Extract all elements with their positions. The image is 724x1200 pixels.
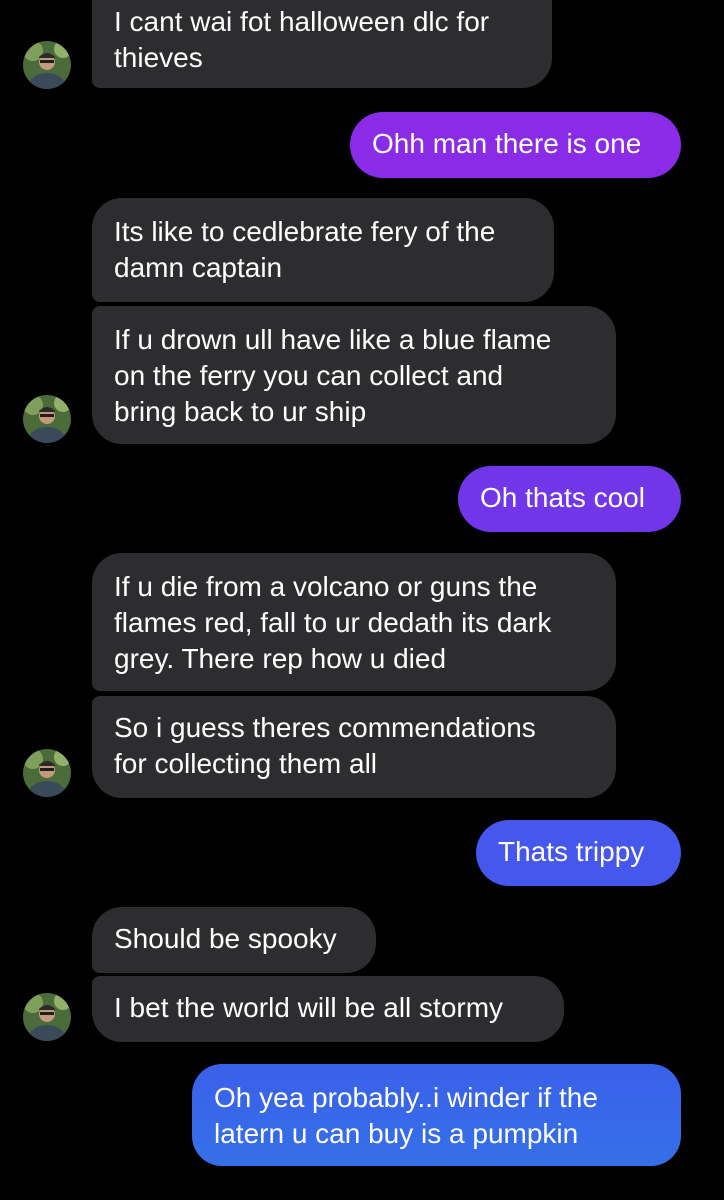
- incoming-message[interactable]: Should be spooky: [92, 907, 376, 973]
- outgoing-message[interactable]: Oh thats cool: [458, 466, 681, 532]
- avatar-photo: [23, 395, 71, 443]
- contact-avatar[interactable]: [23, 993, 71, 1041]
- incoming-message[interactable]: Its like to cedlebrate fery of the damn …: [92, 198, 554, 302]
- contact-avatar[interactable]: [23, 749, 71, 797]
- contact-avatar[interactable]: [23, 41, 71, 89]
- incoming-message[interactable]: I cant wai fot halloween dlc for thieves: [92, 0, 552, 88]
- avatar-photo: [23, 41, 71, 89]
- incoming-message[interactable]: If u die from a volcano or guns the flam…: [92, 553, 616, 691]
- contact-avatar[interactable]: [23, 395, 71, 443]
- outgoing-message[interactable]: Thats trippy: [476, 820, 681, 886]
- outgoing-message[interactable]: Oh yea probably..i winder if the latern …: [192, 1064, 681, 1166]
- incoming-message[interactable]: So i guess theres commendations for coll…: [92, 696, 616, 798]
- incoming-message[interactable]: I bet the world will be all stormy: [92, 976, 564, 1042]
- outgoing-message[interactable]: Ohh man there is one: [350, 112, 681, 178]
- avatar-photo: [23, 993, 71, 1041]
- avatar-photo: [23, 749, 71, 797]
- incoming-message[interactable]: If u drown ull have like a blue flame on…: [92, 306, 616, 444]
